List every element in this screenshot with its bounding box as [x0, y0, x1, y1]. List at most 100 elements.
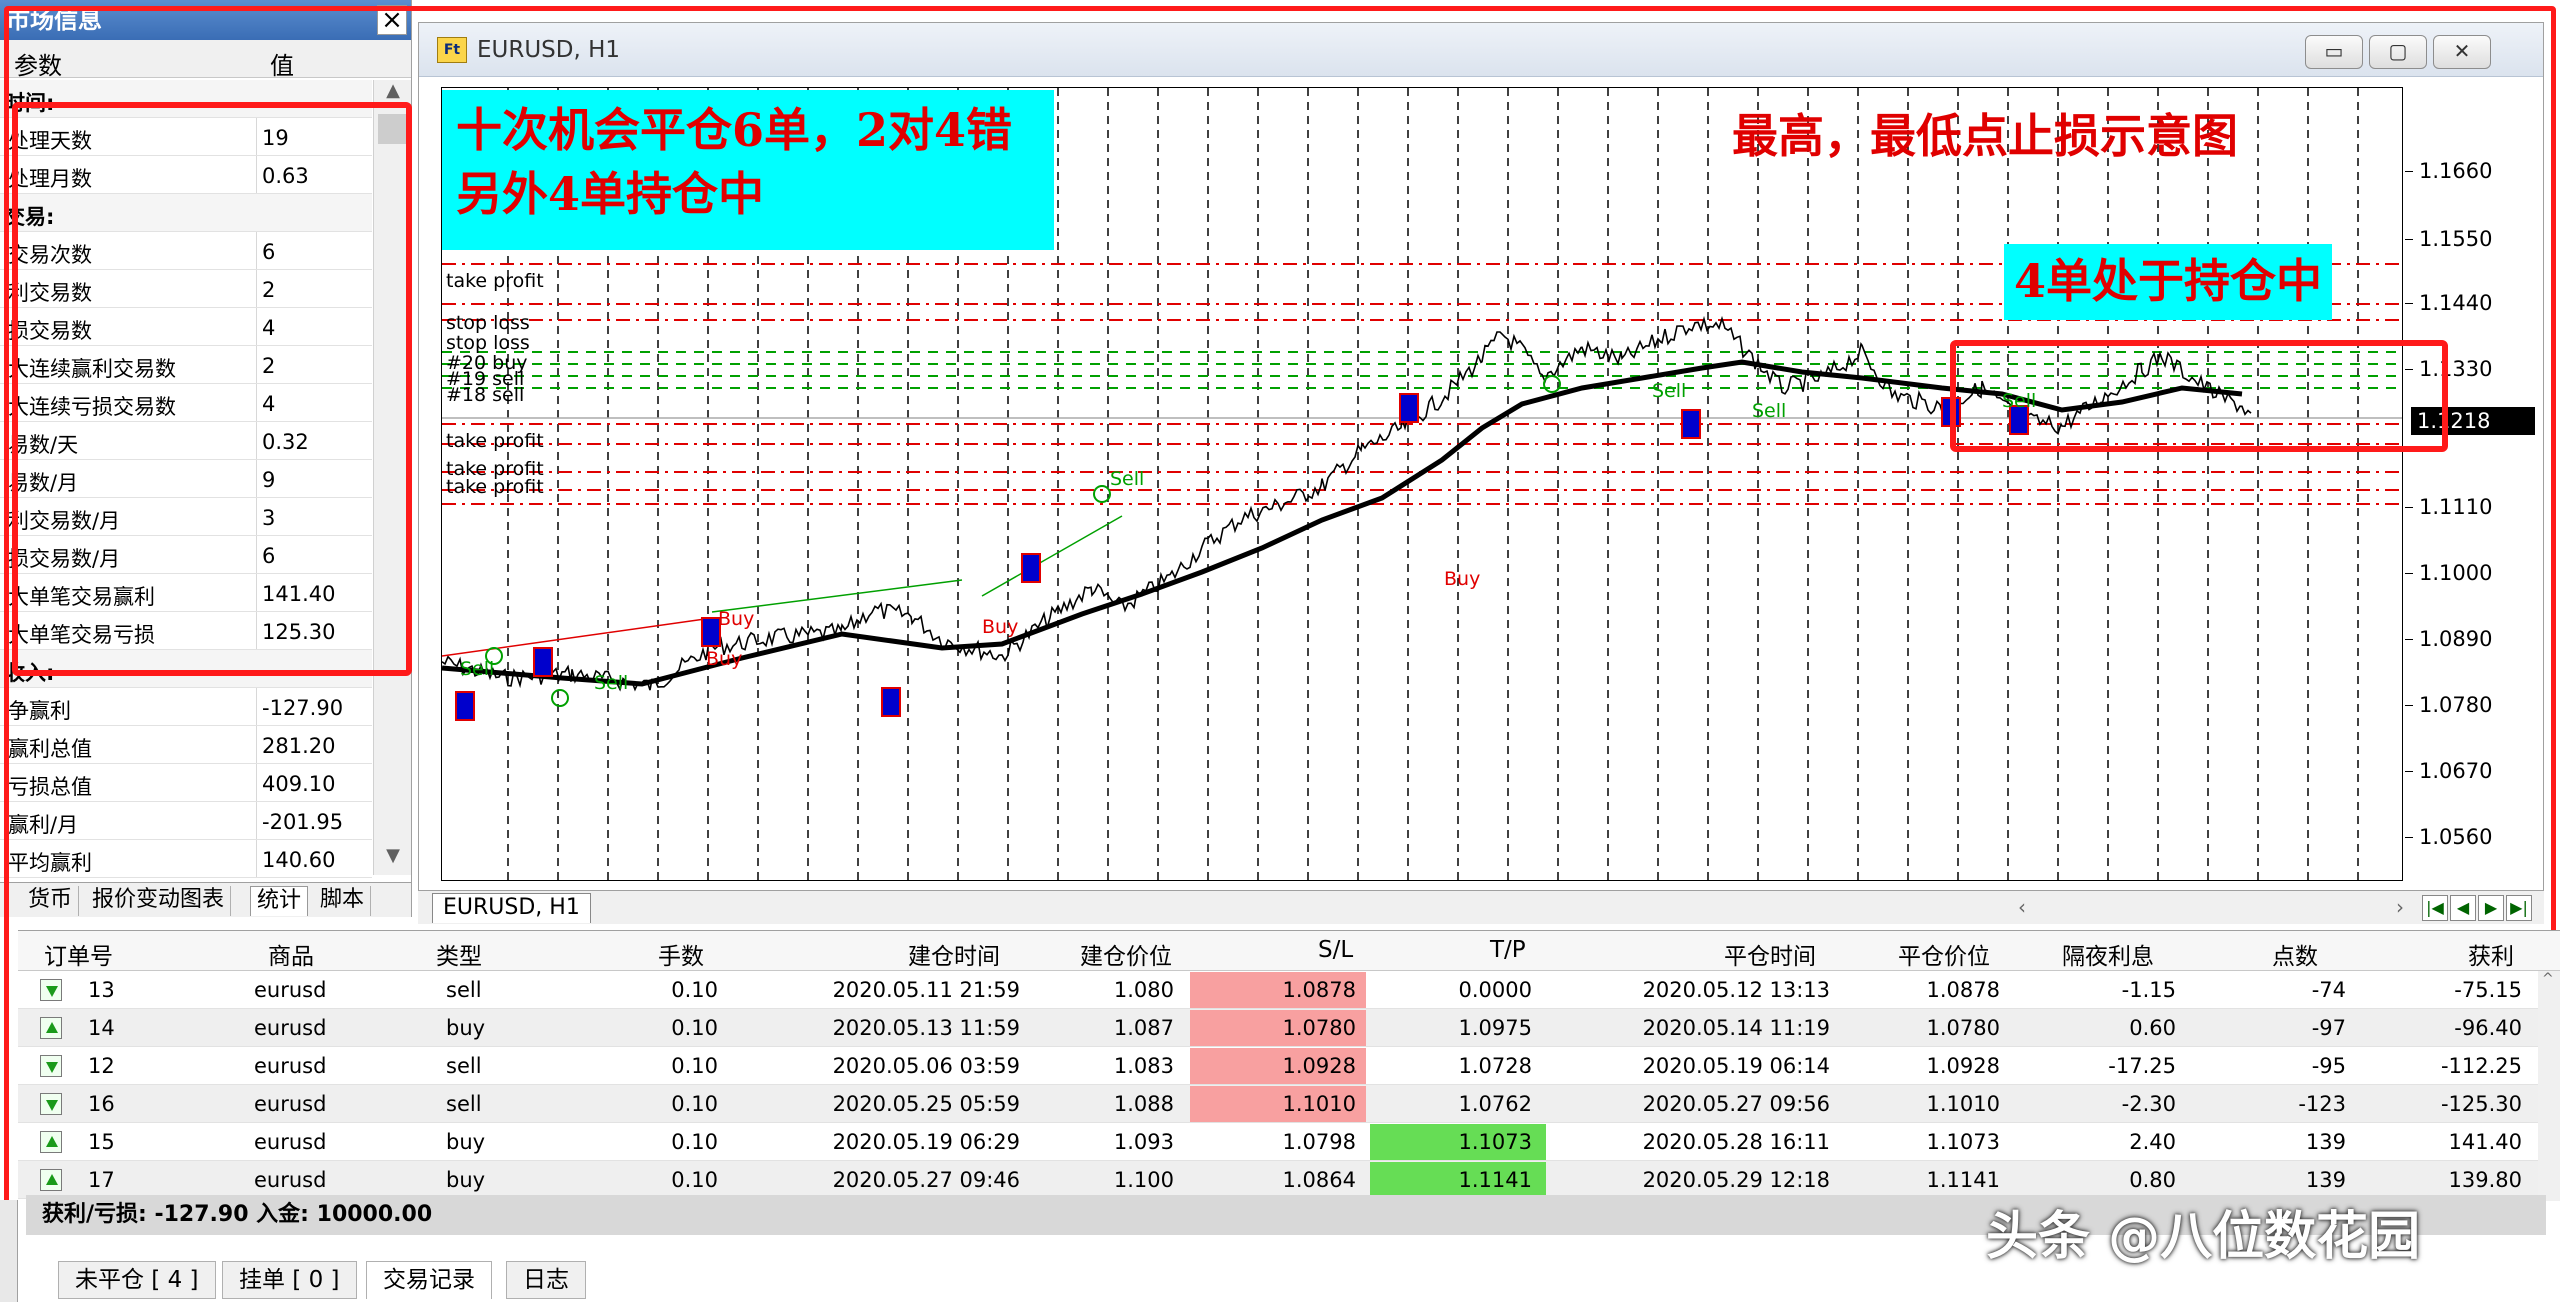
column-header[interactable]: 订单号: [44, 937, 113, 971]
cell-close-price: 1.1141: [1926, 1168, 2000, 1192]
last-page-icon[interactable]: ▶|: [2506, 895, 2532, 921]
cell-swap: -2.30: [2121, 1092, 2176, 1116]
tab-open-positions[interactable]: 未平仓 [ 4 ]: [58, 1261, 216, 1299]
scroll-up-icon[interactable]: ^: [2542, 971, 2554, 987]
first-page-icon[interactable]: |◀: [2422, 895, 2448, 921]
cell-id: 12: [88, 1054, 115, 1078]
cell-close-time: 2020.05.14 11:19: [1642, 1016, 1830, 1040]
cell-sl: 1.0928: [1282, 1054, 1356, 1078]
cell-type: buy: [446, 1016, 486, 1040]
column-header[interactable]: 平仓价位: [1898, 937, 1990, 971]
scroll-left-icon[interactable]: ‹: [2018, 895, 2026, 919]
column-header[interactable]: 建仓时间: [908, 937, 1000, 971]
cell-close-price: 1.0928: [1926, 1054, 2000, 1078]
terminal-side-strip: [0, 1200, 18, 1302]
cell-open-price: 1.088: [1113, 1092, 1174, 1116]
cell-type: sell: [446, 1054, 482, 1078]
cell-points: -74: [2311, 978, 2346, 1002]
column-header[interactable]: 获利: [2468, 937, 2514, 971]
buy-arrow-icon: [40, 1131, 62, 1153]
cell-id: 17: [88, 1168, 115, 1192]
table-row[interactable]: 12 eurusd sell 0.10 2020.05.06 03:59 1.083 1.0…: [18, 1047, 2538, 1085]
scroll-right-icon[interactable]: ›: [2396, 895, 2404, 919]
cell-open-time: 2020.05.06 03:59: [832, 1054, 1020, 1078]
cell-swap: 0.80: [2129, 1168, 2176, 1192]
cell-profit: -125.30: [2440, 1092, 2522, 1116]
cell-close-time: 2020.05.27 09:56: [1642, 1092, 1830, 1116]
cell-tp: 1.0762: [1458, 1092, 1532, 1116]
watermark-text: 头条 @八位数花园: [1986, 1207, 2421, 1267]
cell-sl: 1.1010: [1282, 1092, 1356, 1116]
table-row[interactable]: 16 eurusd sell 0.10 2020.05.25 05:59 1.088 1.1…: [18, 1085, 2538, 1123]
chart-horizontal-scroll[interactable]: ‹ › |◀ ◀ ▶ ▶|: [2018, 895, 2534, 921]
column-header[interactable]: T/P: [1490, 937, 1526, 963]
cell-sl: 1.0864: [1282, 1168, 1356, 1192]
cell-lots: 0.10: [671, 1016, 718, 1040]
column-header[interactable]: 手数: [658, 937, 704, 971]
cell-tp: 1.0975: [1458, 1016, 1532, 1040]
cell-tp: 1.0728: [1458, 1054, 1532, 1078]
cell-swap: -1.15: [2121, 978, 2176, 1002]
cell-close-price: 1.1010: [1926, 1092, 2000, 1116]
cell-sym: eurusd: [254, 978, 327, 1002]
column-header[interactable]: 类型: [436, 937, 482, 971]
tab-trade-history[interactable]: 交易记录: [366, 1261, 492, 1299]
column-header[interactable]: S/L: [1318, 937, 1353, 963]
sell-arrow-icon: [40, 1055, 62, 1077]
cell-open-time: 2020.05.11 21:59: [832, 978, 1020, 1002]
cell-lots: 0.10: [671, 1130, 718, 1154]
cell-lots: 0.10: [671, 1054, 718, 1078]
cell-points: -95: [2311, 1054, 2346, 1078]
cell-open-price: 1.093: [1113, 1130, 1174, 1154]
column-header[interactable]: 隔夜利息: [2062, 937, 2154, 971]
cell-points: -123: [2298, 1092, 2346, 1116]
cell-id: 15: [88, 1130, 115, 1154]
cell-id: 14: [88, 1016, 115, 1040]
buy-arrow-icon: [40, 1169, 62, 1191]
cell-sl: 1.0780: [1282, 1016, 1356, 1040]
tab-eurusd-h1[interactable]: EURUSD, H1: [432, 893, 591, 923]
cell-profit: 141.40: [2448, 1130, 2522, 1154]
history-table-header: 订单号 商品 类型 手数 建仓时间 建仓价位 S/L T/P 平仓时间 平仓价位 隔夜利息 点数 获利: [18, 931, 2560, 971]
cell-sl: 1.0798: [1282, 1130, 1356, 1154]
cell-sym: eurusd: [254, 1016, 327, 1040]
cell-sym: eurusd: [254, 1168, 327, 1192]
cell-tp: 0.0000: [1458, 978, 1532, 1002]
cell-swap: -17.25: [2108, 1054, 2176, 1078]
sell-arrow-icon: [40, 1093, 62, 1115]
tab-journal[interactable]: 日志: [506, 1261, 586, 1299]
cell-close-time: 2020.05.29 12:18: [1642, 1168, 1830, 1192]
table-row[interactable]: 15 eurusd buy 0.10 2020.05.19 06:29 1.093 1.07…: [18, 1123, 2538, 1161]
stats-highlight-box: [12, 102, 412, 676]
table-row[interactable]: 14 eurusd buy 0.10 2020.05.13 11:59 1.087 1.07…: [18, 1009, 2538, 1047]
terminal-scrollbar[interactable]: ^: [2538, 971, 2560, 1201]
cell-id: 13: [88, 978, 115, 1002]
cell-open-price: 1.100: [1113, 1168, 1174, 1192]
cell-profit: -112.25: [2440, 1054, 2522, 1078]
next-page-icon[interactable]: ▶: [2478, 895, 2504, 921]
cell-lots: 0.10: [671, 1092, 718, 1116]
cell-open-time: 2020.05.27 09:46: [832, 1168, 1020, 1192]
cell-type: sell: [446, 1092, 482, 1116]
open-positions-highlight-box: [1950, 340, 2448, 452]
cell-lots: 0.10: [671, 1168, 718, 1192]
column-header[interactable]: 平仓时间: [1724, 937, 1816, 971]
cell-tp: 1.1141: [1458, 1168, 1532, 1192]
cell-close-time: 2020.05.12 13:13: [1642, 978, 1830, 1002]
table-row[interactable]: 13 eurusd sell 0.10 2020.05.11 21:59 1.080 1.0…: [18, 971, 2538, 1009]
cell-close-price: 1.0780: [1926, 1016, 2000, 1040]
cell-lots: 0.10: [671, 978, 718, 1002]
cell-close-price: 1.0878: [1926, 978, 2000, 1002]
tab-pending-orders[interactable]: 挂单 [ 0 ]: [222, 1261, 357, 1299]
cell-sym: eurusd: [254, 1092, 327, 1116]
column-header[interactable]: 商品: [268, 937, 314, 971]
cell-close-price: 1.1073: [1926, 1130, 2000, 1154]
cell-sym: eurusd: [254, 1054, 327, 1078]
prev-page-icon[interactable]: ◀: [2450, 895, 2476, 921]
cell-profit: -96.40: [2454, 1016, 2522, 1040]
cell-type: buy: [446, 1168, 486, 1192]
column-header[interactable]: 点数: [2272, 937, 2318, 971]
chart-tab-bar: EURUSD, H1 ‹ › |◀ ◀ ▶ ▶|: [418, 890, 2544, 924]
cell-points: 139: [2305, 1130, 2346, 1154]
column-header[interactable]: 建仓价位: [1080, 937, 1172, 971]
